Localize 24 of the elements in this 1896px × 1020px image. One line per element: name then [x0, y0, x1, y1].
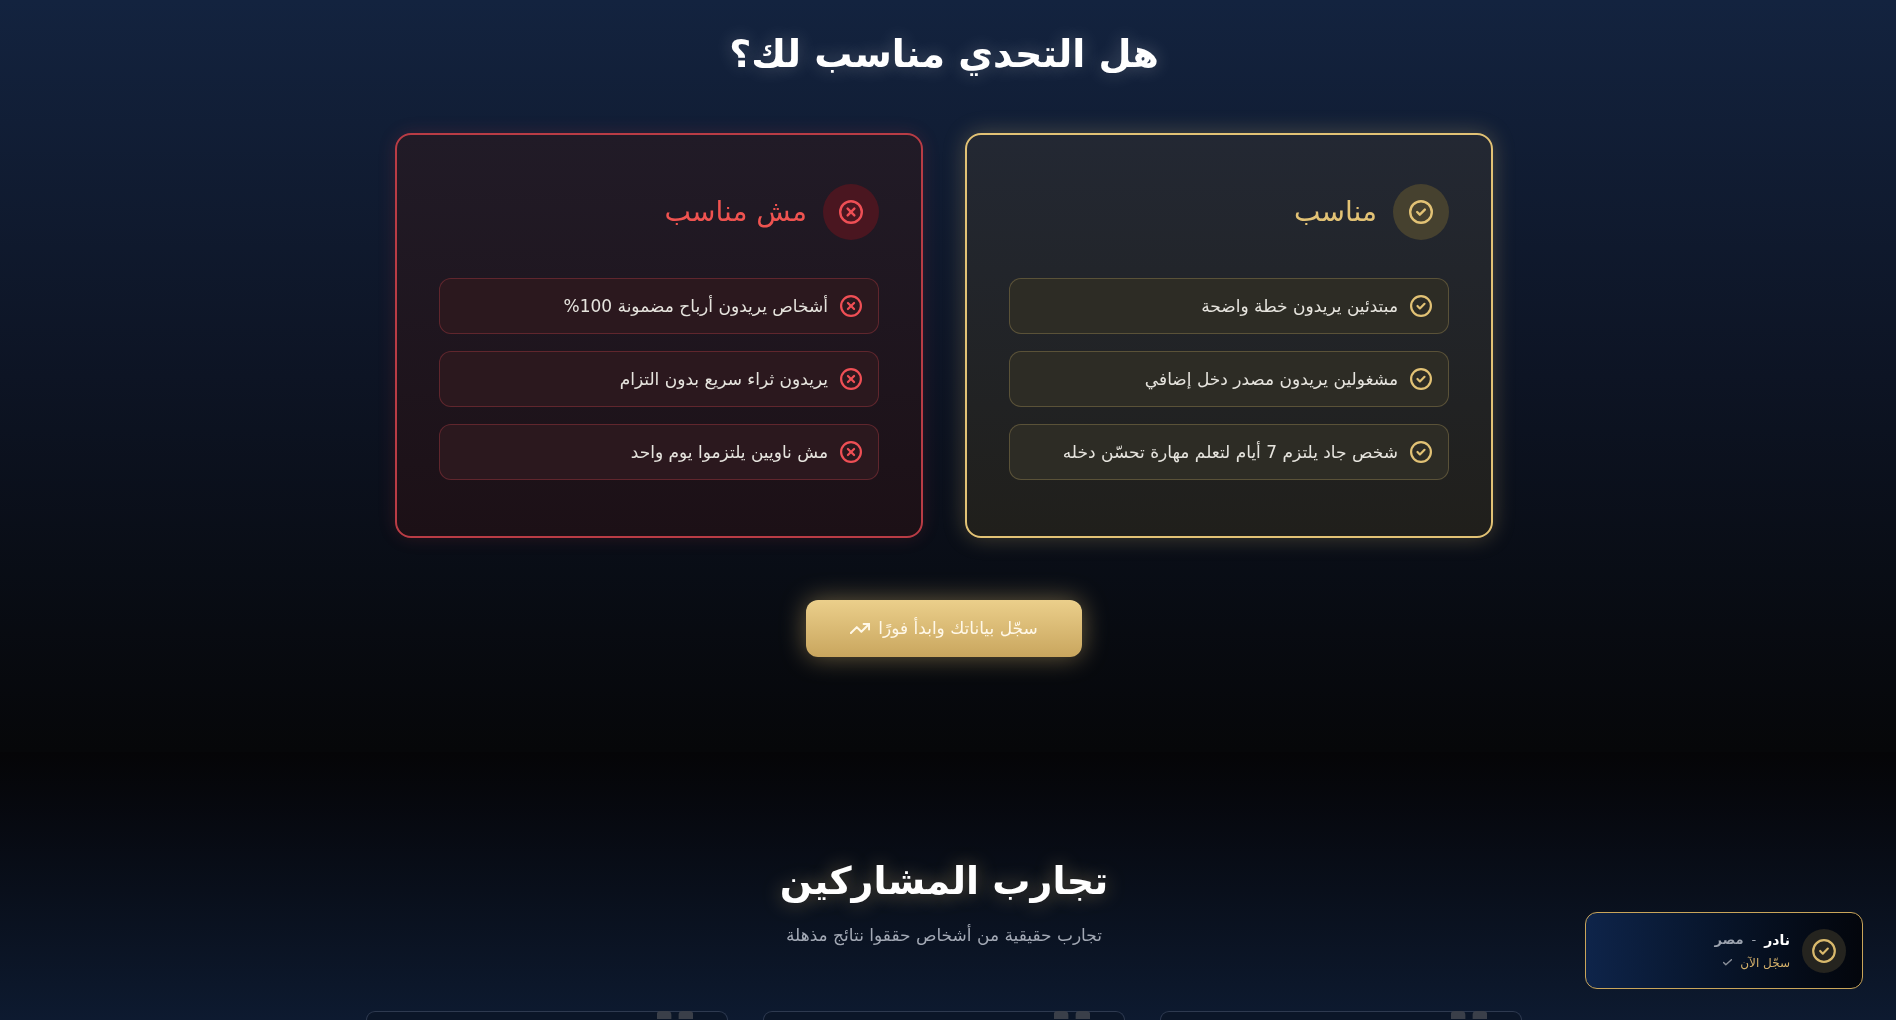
section-subtitle: تجارب حقيقية من أشخاص حققوا نتائج مذهلة	[786, 923, 1102, 948]
check-circle-icon	[1410, 295, 1432, 317]
x-circle-icon	[840, 441, 862, 463]
action-text: سجّل الآن	[1740, 954, 1790, 972]
criteria-text: شخص جاد يلتزم 7 أيام لتعلم مهارة تحسّن دخله	[1062, 440, 1398, 465]
check-icon	[1723, 959, 1733, 966]
person-name: نادر	[1764, 930, 1790, 950]
criteria-text: مبتدئين يريدون خطة واضحة	[1201, 295, 1398, 318]
cta-button[interactable]: سجّل بياناتك وابدأ فورًا	[806, 600, 1082, 657]
location-text: مصر	[1714, 930, 1744, 949]
column-heading: مش مناسب	[664, 194, 807, 230]
trending-up-icon	[850, 623, 871, 634]
criteria-text: أشخاص يريدون أرباح مضمونة 100%	[563, 294, 828, 319]
section-title: هل التحدي مناسب لك؟	[729, 31, 1159, 78]
x-circle-icon	[840, 368, 862, 390]
check-circle-icon	[1410, 368, 1432, 390]
criteria-text: مش ناويين يلتزموا يوم واحد	[630, 441, 828, 464]
check-circle-icon	[1410, 441, 1432, 463]
criteria-text: يريدون ثراء سريع بدون التزام	[619, 368, 828, 392]
criteria-text: مشغولين يريدون مصدر دخل إضافي	[1144, 368, 1398, 392]
separator-text: -	[1751, 930, 1757, 949]
section-title: تجارب المشاركين	[779, 858, 1109, 905]
x-circle-icon	[840, 295, 862, 317]
column-heading: مناسب	[1294, 194, 1377, 230]
